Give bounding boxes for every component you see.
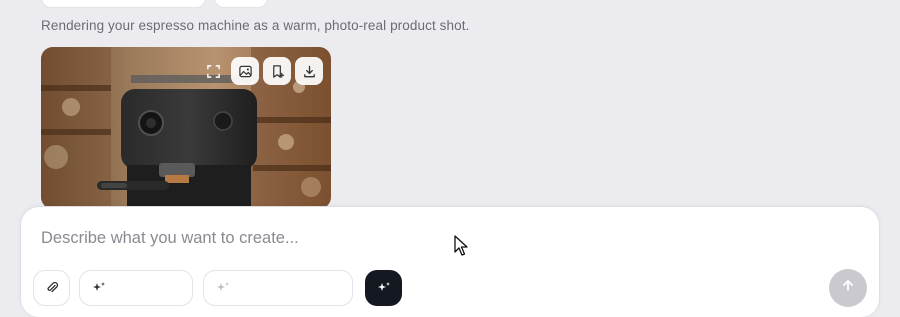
- prompt-composer: [21, 207, 879, 317]
- prompt-input[interactable]: [41, 227, 801, 249]
- style-selector[interactable]: [203, 270, 353, 306]
- mouse-cursor-icon: [454, 235, 468, 256]
- send-button[interactable]: [829, 269, 867, 307]
- enhance-prompt-button[interactable]: [365, 270, 402, 306]
- arrow-up-icon: [843, 280, 853, 291]
- paperclip-icon: [47, 281, 59, 293]
- generated-image-card[interactable]: [41, 47, 331, 209]
- fullscreen-button[interactable]: [199, 57, 227, 85]
- sparkle-icon: [217, 282, 229, 291]
- use-as-reference-button[interactable]: [231, 57, 259, 85]
- generation-status-text: Rendering your espresso machine as a war…: [41, 18, 470, 33]
- prior-chip[interactable]: [41, 0, 206, 8]
- sparkle-icon: [378, 282, 390, 291]
- sparkle-icon: [93, 282, 105, 291]
- bookmark-add-icon: [272, 64, 284, 78]
- download-button[interactable]: [295, 57, 323, 85]
- attach-button[interactable]: [33, 270, 70, 306]
- download-icon: [303, 65, 315, 77]
- prior-chip[interactable]: [214, 0, 268, 8]
- save-to-collection-button[interactable]: [263, 57, 291, 85]
- model-selector[interactable]: [79, 270, 193, 306]
- fullscreen-icon: [206, 64, 220, 78]
- image-icon: [238, 65, 252, 77]
